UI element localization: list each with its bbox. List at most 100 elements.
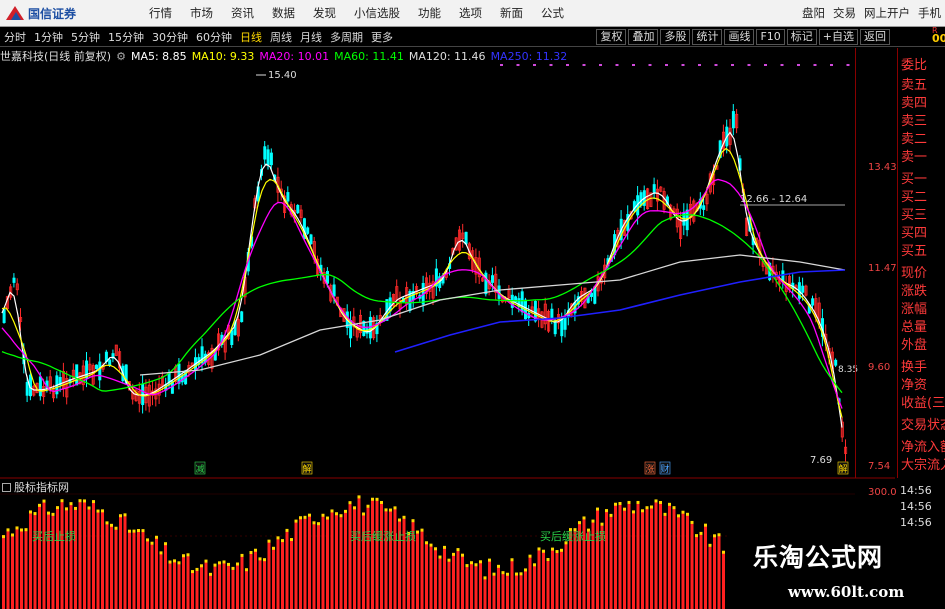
- overlay-button[interactable]: 叠加: [628, 29, 659, 45]
- sub-bar: [69, 503, 73, 609]
- sub-bar: [515, 573, 518, 609]
- sub-bar-top: [641, 509, 644, 513]
- menu-news[interactable]: 资讯: [222, 5, 263, 21]
- sub-bar-top: [497, 564, 500, 568]
- period-more[interactable]: 更多: [367, 29, 397, 45]
- f10-button[interactable]: F10: [756, 29, 785, 45]
- sub-bar-top: [119, 514, 122, 518]
- menu-open-account[interactable]: 网上开户: [860, 5, 914, 21]
- candle-body: [95, 364, 99, 370]
- sub-bar: [537, 548, 541, 609]
- sub-bar-top: [510, 558, 514, 562]
- sub-bar-top: [519, 572, 523, 576]
- mark-button[interactable]: 标记: [786, 29, 817, 45]
- menu-panyang[interactable]: 盘阳: [798, 5, 829, 21]
- sub-bar-top: [321, 513, 325, 517]
- kline-chart[interactable]: 15.4012.66 - 12.647.698.35减解涨财解: [0, 48, 895, 609]
- period-daily[interactable]: 日线: [236, 29, 266, 45]
- menu-discover[interactable]: 发现: [304, 5, 345, 21]
- multi-stock-button[interactable]: 多股: [660, 29, 691, 45]
- sub-bar-top: [650, 505, 653, 509]
- checkbox-icon[interactable]: [2, 482, 11, 492]
- sub-bar-top: [713, 534, 716, 538]
- sub-bar-top: [110, 523, 113, 527]
- period-weekly[interactable]: 周线: [266, 29, 296, 45]
- sub-bar: [168, 561, 172, 609]
- sub-bar-top: [389, 508, 392, 512]
- sub-bar-top: [29, 510, 32, 514]
- menu-options[interactable]: 选项: [450, 5, 491, 21]
- draw-line-button[interactable]: 画线: [724, 29, 755, 45]
- sub-bar-top: [267, 539, 271, 543]
- sub-bar-top: [479, 560, 482, 564]
- side-label: 卖二: [901, 132, 928, 147]
- event-tag-label: 涨: [646, 464, 655, 475]
- event-tag-label: 减: [196, 463, 205, 475]
- candle-body: [490, 275, 494, 283]
- adjust-button[interactable]: 复权: [596, 29, 627, 45]
- menu-new-page[interactable]: 新面: [491, 5, 532, 21]
- sub-bar-top: [524, 568, 527, 572]
- period-15min[interactable]: 15分钟: [104, 29, 148, 45]
- statistics-button[interactable]: 统计: [692, 29, 723, 45]
- period-multi[interactable]: 多周期: [326, 29, 367, 45]
- sub-bar: [200, 565, 203, 609]
- sub-bar-top: [375, 497, 379, 501]
- sub-bar: [609, 514, 613, 609]
- sub-bar-top: [15, 526, 19, 530]
- menu-formula[interactable]: 公式: [532, 5, 573, 21]
- sub-bar: [717, 534, 721, 609]
- side-label: 卖一: [901, 150, 928, 165]
- sub-bar-top: [681, 510, 685, 514]
- back-button[interactable]: 返回: [860, 29, 890, 45]
- sub-bar: [6, 529, 10, 609]
- ma120-value: MA120: 11.46: [408, 49, 486, 63]
- candle-body: [731, 111, 735, 129]
- period-60min[interactable]: 60分钟: [192, 29, 236, 45]
- menu-stock-picker[interactable]: 小信选股: [345, 5, 409, 21]
- side-label: 外盘: [901, 338, 928, 353]
- menu-functions[interactable]: 功能: [409, 5, 450, 21]
- sub-bar: [105, 522, 109, 609]
- menu-trade[interactable]: 交易: [829, 5, 860, 21]
- sub-bar-top: [182, 554, 185, 558]
- sub-bar: [15, 527, 19, 609]
- sub-bar-top: [452, 552, 455, 556]
- add-watchlist-button[interactable]: +自选: [818, 29, 858, 45]
- period-30min[interactable]: 30分钟: [148, 29, 192, 45]
- sub-bar: [294, 520, 298, 609]
- menu-mobile[interactable]: 手机: [914, 5, 945, 21]
- sub-bar-top: [722, 550, 725, 554]
- sub-bar: [663, 513, 667, 609]
- sub-bar-top: [200, 564, 203, 568]
- period-5min[interactable]: 5分钟: [67, 29, 104, 45]
- sub-bar: [267, 540, 271, 609]
- sub-bar: [699, 532, 703, 609]
- side-label: 收益(三): [901, 396, 945, 411]
- sub-bar-top: [92, 500, 95, 504]
- period-timeshare[interactable]: 分时: [0, 29, 30, 45]
- menu-data[interactable]: 数据: [263, 5, 304, 21]
- sub-bar: [528, 555, 532, 609]
- period-1min[interactable]: 1分钟: [30, 29, 67, 45]
- sub-label: 买后缓涨止损: [350, 530, 416, 543]
- sub-bar-top: [60, 499, 64, 503]
- sub-bar-top: [24, 528, 28, 532]
- candle-body: [296, 204, 300, 214]
- sub-bar: [348, 502, 352, 609]
- sub-bar: [560, 549, 563, 609]
- sub-label: 买后缓涨止损: [540, 530, 606, 543]
- sub-bar: [461, 554, 464, 609]
- period-monthly[interactable]: 月线: [296, 29, 326, 45]
- settings-icon[interactable]: ⚙: [116, 50, 126, 63]
- sub-bar-top: [303, 515, 307, 519]
- menu-market[interactable]: 市场: [181, 5, 222, 21]
- sub-bar-top: [699, 531, 703, 535]
- signal-dot: [648, 64, 652, 66]
- sub-bar: [659, 501, 662, 609]
- candle-body: [325, 270, 329, 284]
- menu-quotes[interactable]: 行情: [140, 5, 181, 21]
- sub-bar-top: [717, 533, 721, 537]
- sub-bar: [11, 534, 14, 609]
- side-label: 买一: [901, 172, 928, 187]
